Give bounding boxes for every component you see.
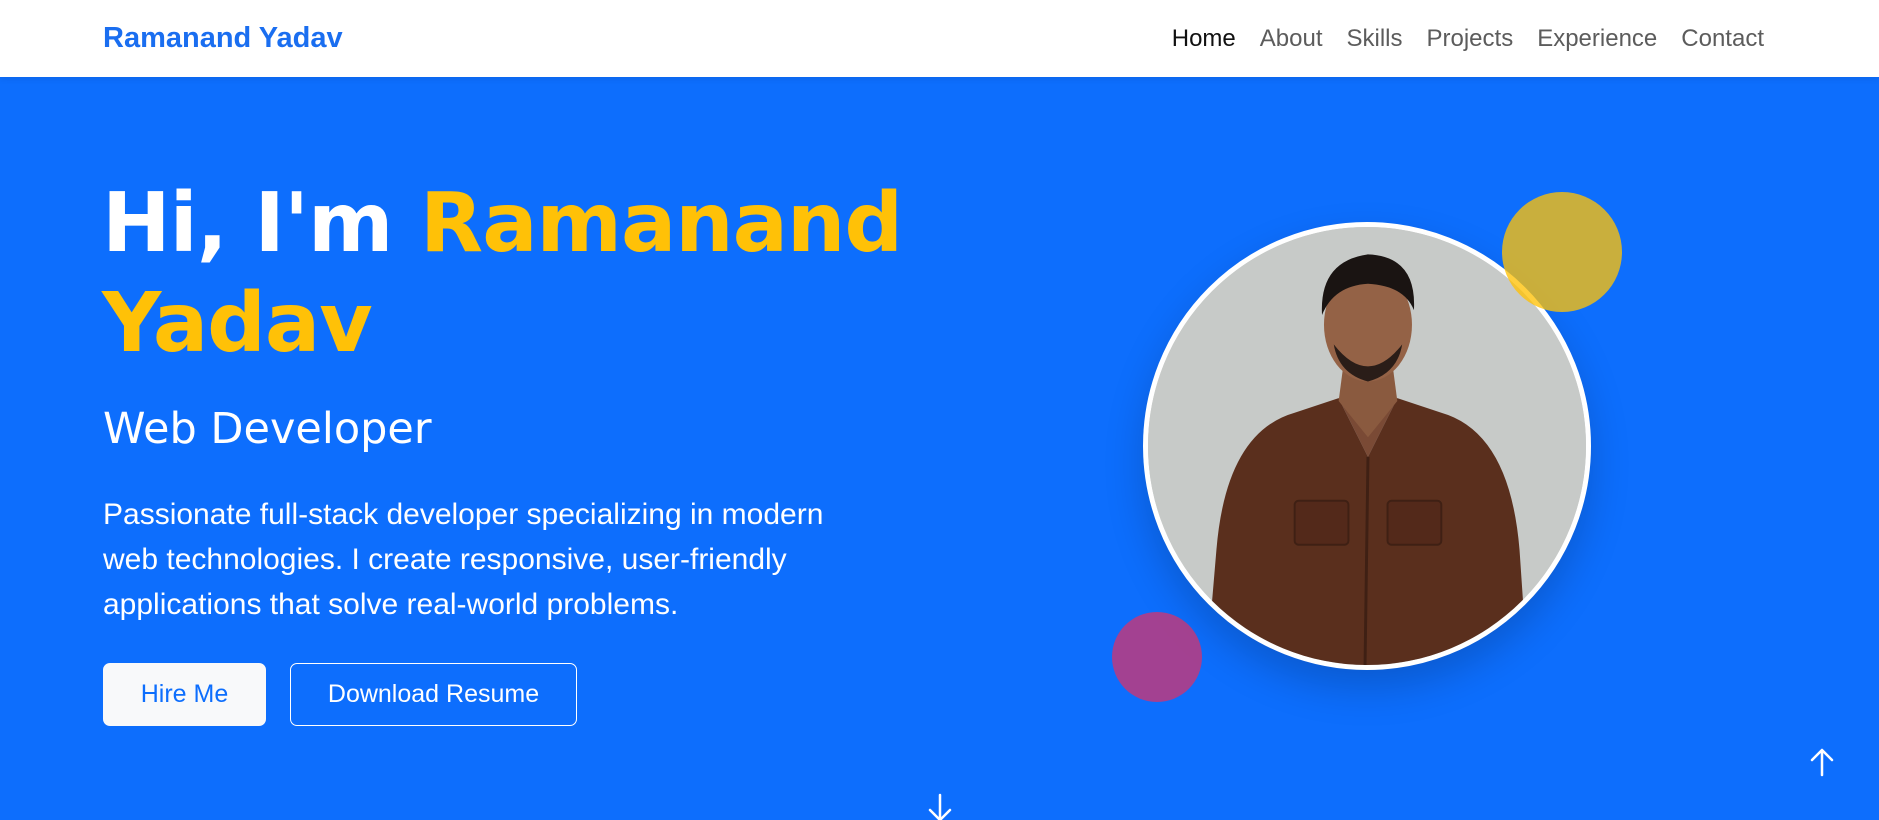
nav-links: Home About Skills Projects Experience Co… [1172, 25, 1764, 53]
hero-greeting: Hi, I'm [102, 176, 421, 271]
nav-link-contact[interactable]: Contact [1681, 25, 1764, 52]
hero-section: Hi, I'm Ramanand Yadav Web Developer Pas… [0, 77, 1879, 820]
nav-link-skills[interactable]: Skills [1346, 25, 1402, 52]
nav-link-experience[interactable]: Experience [1537, 25, 1657, 52]
hero-description: Passionate full-stack developer speciali… [103, 498, 824, 621]
hire-me-button[interactable]: Hire Me [103, 663, 266, 726]
decorative-circle-yellow [1502, 192, 1622, 312]
nav-link-home[interactable]: Home [1172, 25, 1236, 52]
decorative-circle-pink [1112, 612, 1202, 702]
brand-logo[interactable]: Ramanand Yadav [103, 22, 343, 55]
arrow-down-icon[interactable] [925, 793, 955, 820]
hero-title: Hi, I'm Ramanand Yadav [102, 174, 922, 374]
nav-link-about[interactable]: About [1260, 25, 1323, 52]
hero-role: Web Developer [103, 404, 432, 454]
nav-link-projects[interactable]: Projects [1427, 25, 1514, 52]
navbar: Ramanand Yadav Home About Skills Project… [0, 0, 1879, 77]
arrow-up-icon[interactable] [1806, 746, 1838, 778]
download-resume-button[interactable]: Download Resume [290, 663, 577, 726]
